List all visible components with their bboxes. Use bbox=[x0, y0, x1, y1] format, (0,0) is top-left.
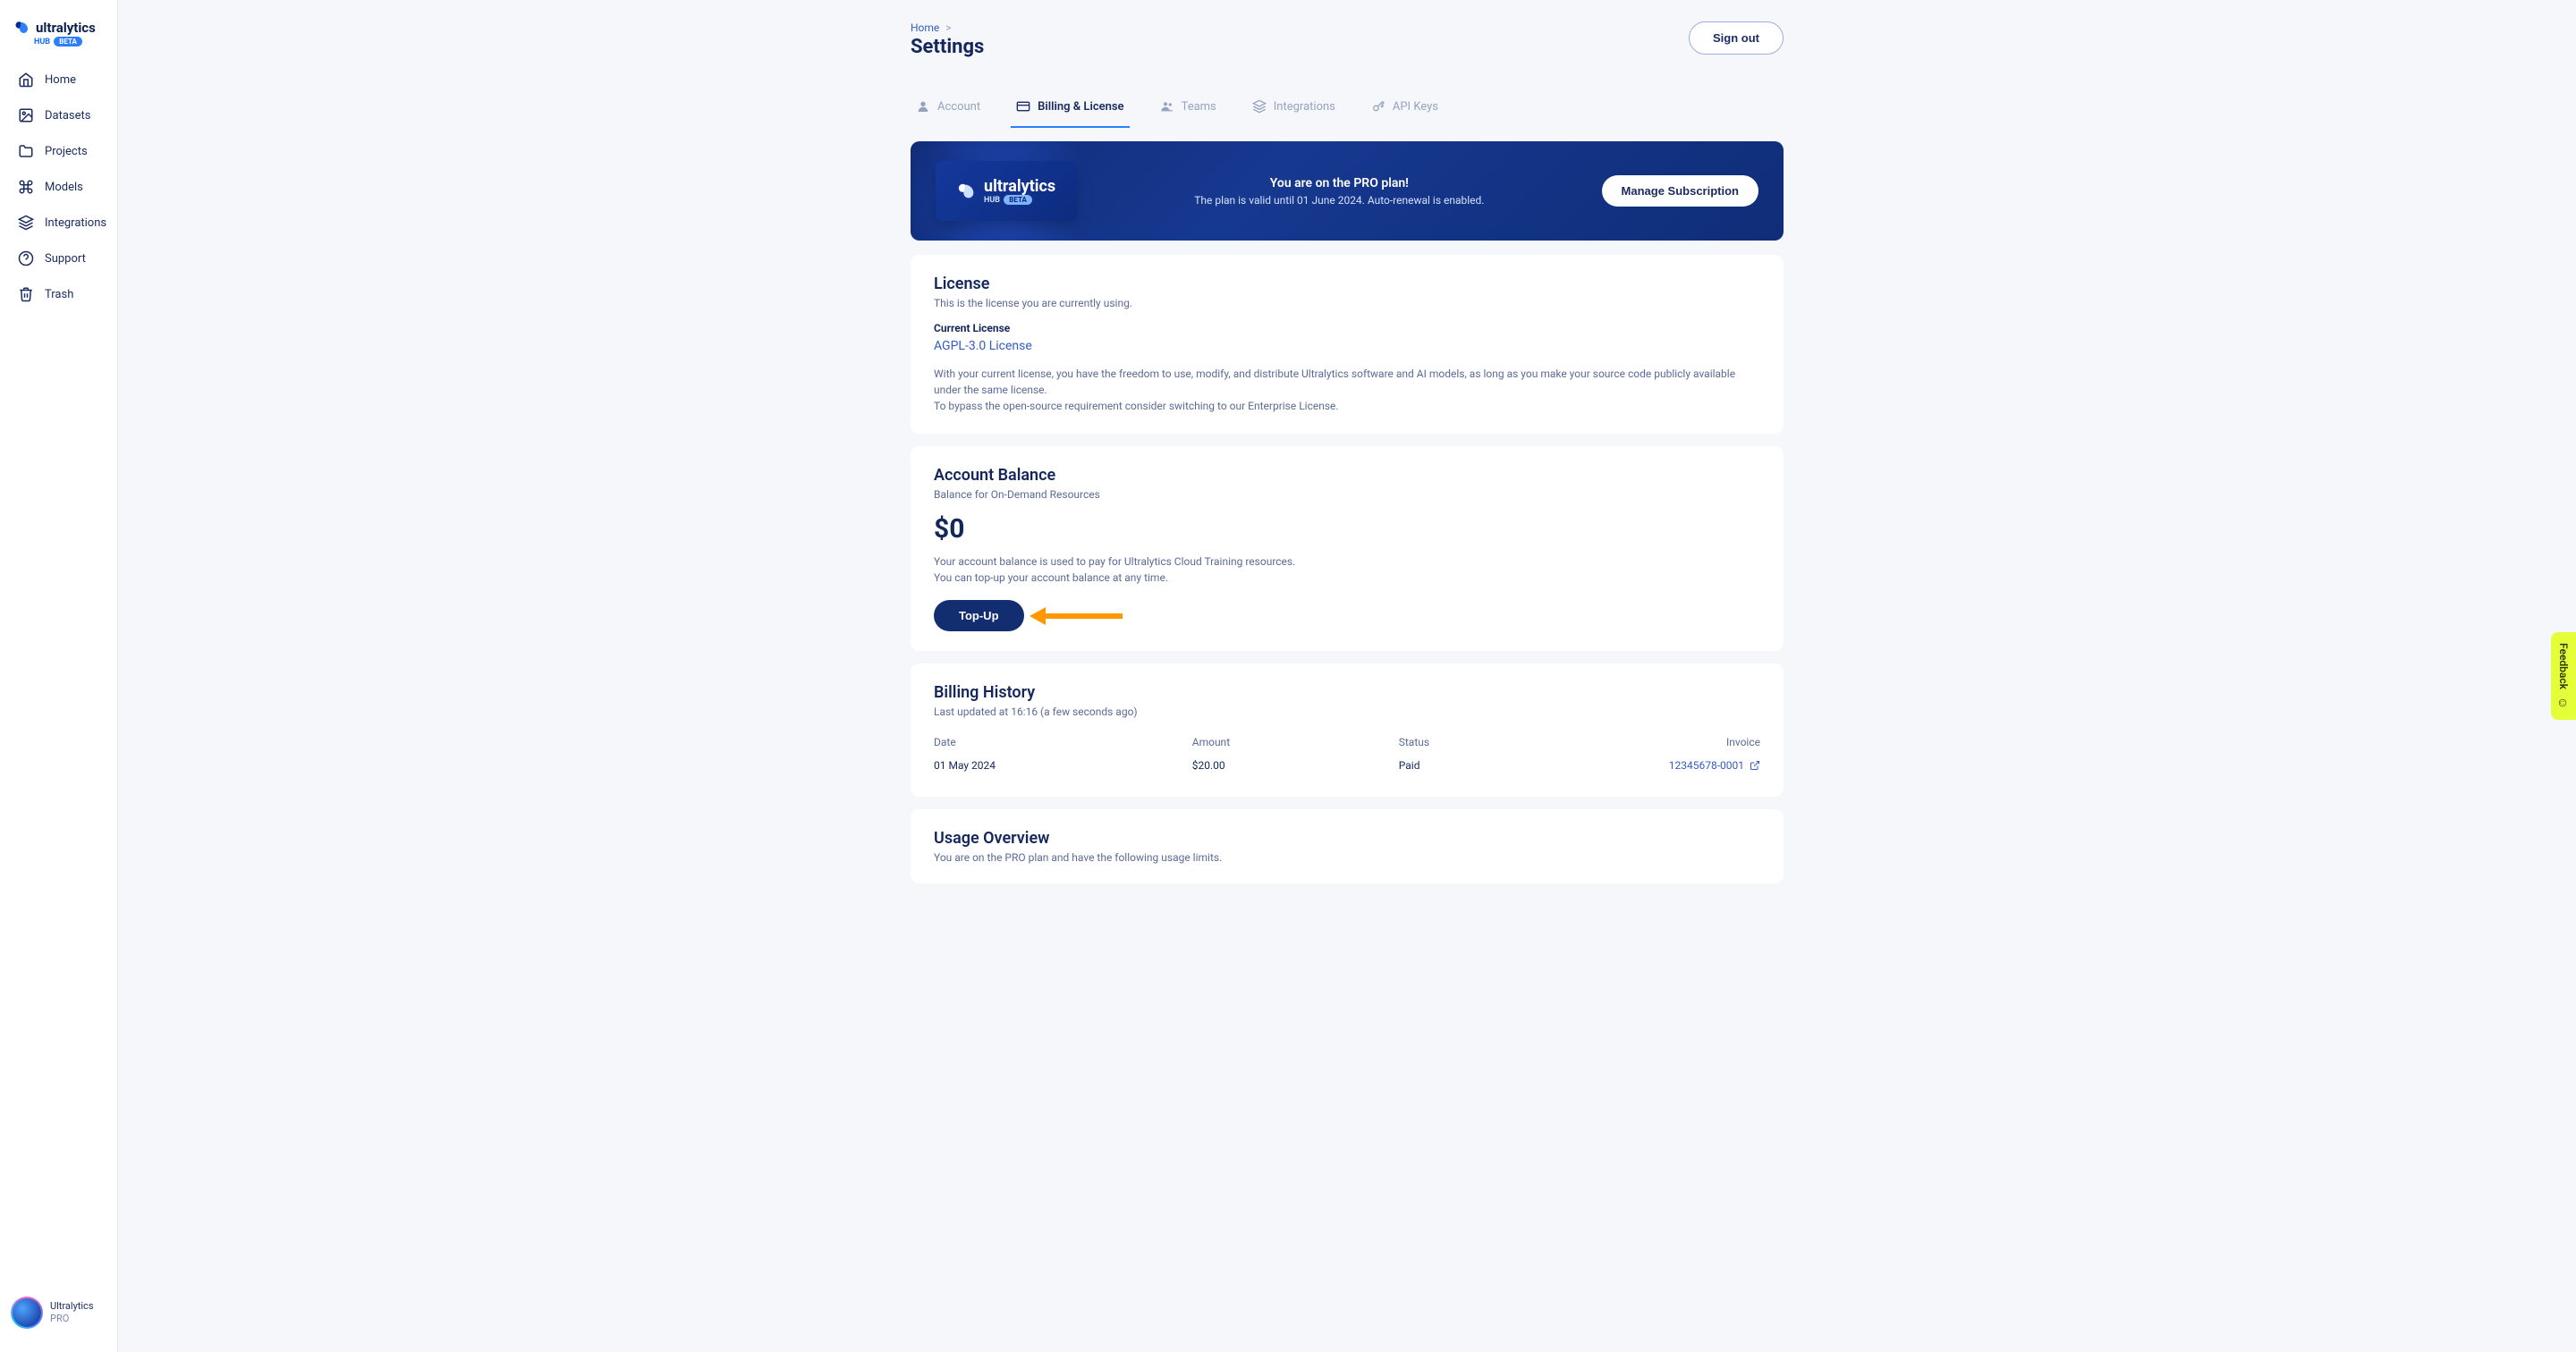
usage-sub: You are on the PRO plan and have the fol… bbox=[934, 851, 1760, 864]
table-row: 01 May 2024 $20.00 Paid 12345678-0001 bbox=[934, 754, 1760, 777]
avatar bbox=[11, 1297, 43, 1329]
key-icon bbox=[1371, 99, 1385, 114]
tab-teams[interactable]: Teams bbox=[1155, 90, 1222, 128]
tab-api-keys[interactable]: API Keys bbox=[1366, 90, 1444, 128]
image-icon bbox=[18, 107, 34, 123]
home-icon bbox=[18, 72, 34, 88]
license-title: License bbox=[934, 275, 1760, 293]
plan-banner: ultralytics HUB BETA You are on the PRO … bbox=[911, 141, 1784, 241]
sidebar-item-label: Home bbox=[45, 73, 76, 87]
layers-icon bbox=[18, 215, 34, 231]
breadcrumb: Home > bbox=[911, 21, 984, 34]
sidebar-item-support[interactable]: Support bbox=[7, 241, 110, 275]
banner-logo-card: ultralytics HUB BETA bbox=[936, 161, 1077, 221]
trash-icon bbox=[18, 286, 34, 302]
sidebar-item-label: Projects bbox=[45, 145, 88, 158]
sidebar-item-label: Trash bbox=[45, 288, 73, 301]
tab-billing-license[interactable]: Billing & License bbox=[1011, 90, 1129, 128]
sidebar-item-datasets[interactable]: Datasets bbox=[7, 98, 110, 132]
annotation-arrow-icon bbox=[1030, 606, 1123, 625]
command-icon bbox=[18, 179, 34, 195]
license-card: License This is the license you are curr… bbox=[911, 255, 1784, 434]
cell-status: Paid bbox=[1399, 759, 1606, 772]
user-plan: PRO bbox=[50, 1313, 94, 1325]
top-up-button[interactable]: Top-Up bbox=[934, 600, 1024, 631]
main: Home > Settings Sign out Account Billing… bbox=[118, 0, 2576, 1352]
balance-amount: $0 bbox=[934, 513, 1760, 545]
user-icon bbox=[916, 99, 930, 114]
table-header: Date Amount Status Invoice bbox=[934, 731, 1760, 754]
page-title: Settings bbox=[911, 36, 984, 58]
sidebar-item-models[interactable]: Models bbox=[7, 170, 110, 204]
usage-overview-card: Usage Overview You are on the PRO plan a… bbox=[911, 809, 1784, 883]
license-sub: This is the license you are currently us… bbox=[934, 297, 1760, 309]
tab-integrations[interactable]: Integrations bbox=[1247, 90, 1341, 128]
billing-history-card: Billing History Last updated at 16:16 (a… bbox=[911, 663, 1784, 797]
feedback-tab[interactable]: Feedback ☺ bbox=[2551, 632, 2576, 720]
usage-title: Usage Overview bbox=[934, 829, 1760, 848]
brand-logo[interactable]: ultralytics HUB BETA bbox=[0, 14, 117, 63]
cell-amount: $20.00 bbox=[1192, 759, 1399, 772]
manage-subscription-button[interactable]: Manage Subscription bbox=[1602, 175, 1758, 207]
sidebar-item-integrations[interactable]: Integrations bbox=[7, 206, 110, 240]
card-icon bbox=[1016, 99, 1030, 114]
license-link[interactable]: AGPL-3.0 License bbox=[934, 339, 1032, 353]
sidebar: ultralytics HUB BETA Home Datasets Proje… bbox=[0, 0, 118, 1352]
brand-sub: HUB BETA bbox=[34, 38, 103, 46]
sidebar-item-projects[interactable]: Projects bbox=[7, 134, 110, 168]
history-title: Billing History bbox=[934, 683, 1760, 702]
tab-account[interactable]: Account bbox=[911, 90, 986, 128]
settings-tabs: Account Billing & License Teams Integrat… bbox=[911, 65, 1784, 129]
external-link-icon bbox=[1750, 760, 1760, 771]
sign-out-button[interactable]: Sign out bbox=[1689, 21, 1784, 55]
help-icon bbox=[18, 250, 34, 266]
sidebar-item-label: Models bbox=[45, 181, 83, 194]
sidebar-item-label: Datasets bbox=[45, 109, 91, 123]
balance-title: Account Balance bbox=[934, 466, 1760, 485]
user-name: Ultralytics bbox=[50, 1300, 94, 1313]
brand-name: ultralytics bbox=[36, 20, 96, 36]
invoice-link[interactable]: 12345678-0001 bbox=[1606, 759, 1760, 772]
banner-subtitle: The plan is valid until 01 June 2024. Au… bbox=[1194, 194, 1484, 207]
balance-sub: Balance for On-Demand Resources bbox=[934, 488, 1760, 501]
sidebar-nav: Home Datasets Projects Models Integratio… bbox=[0, 63, 117, 311]
cell-date: 01 May 2024 bbox=[934, 759, 1192, 772]
account-balance-card: Account Balance Balance for On-Demand Re… bbox=[911, 446, 1784, 651]
logo-mark-icon bbox=[957, 182, 977, 201]
smile-icon: ☺ bbox=[2556, 695, 2571, 709]
sidebar-item-label: Support bbox=[45, 252, 86, 266]
breadcrumb-home[interactable]: Home bbox=[911, 21, 939, 34]
layers-icon bbox=[1252, 99, 1267, 114]
banner-title: You are on the PRO plan! bbox=[1194, 176, 1484, 190]
current-license-label: Current License bbox=[934, 322, 1760, 334]
sidebar-item-label: Integrations bbox=[45, 216, 106, 230]
folder-icon bbox=[18, 143, 34, 159]
sidebar-item-home[interactable]: Home bbox=[7, 63, 110, 97]
sidebar-item-trash[interactable]: Trash bbox=[7, 277, 110, 311]
logo-mark-icon bbox=[14, 20, 30, 36]
group-icon bbox=[1160, 99, 1174, 114]
user-chip[interactable]: Ultralytics PRO bbox=[0, 1288, 117, 1338]
history-sub: Last updated at 16:16 (a few seconds ago… bbox=[934, 706, 1760, 718]
